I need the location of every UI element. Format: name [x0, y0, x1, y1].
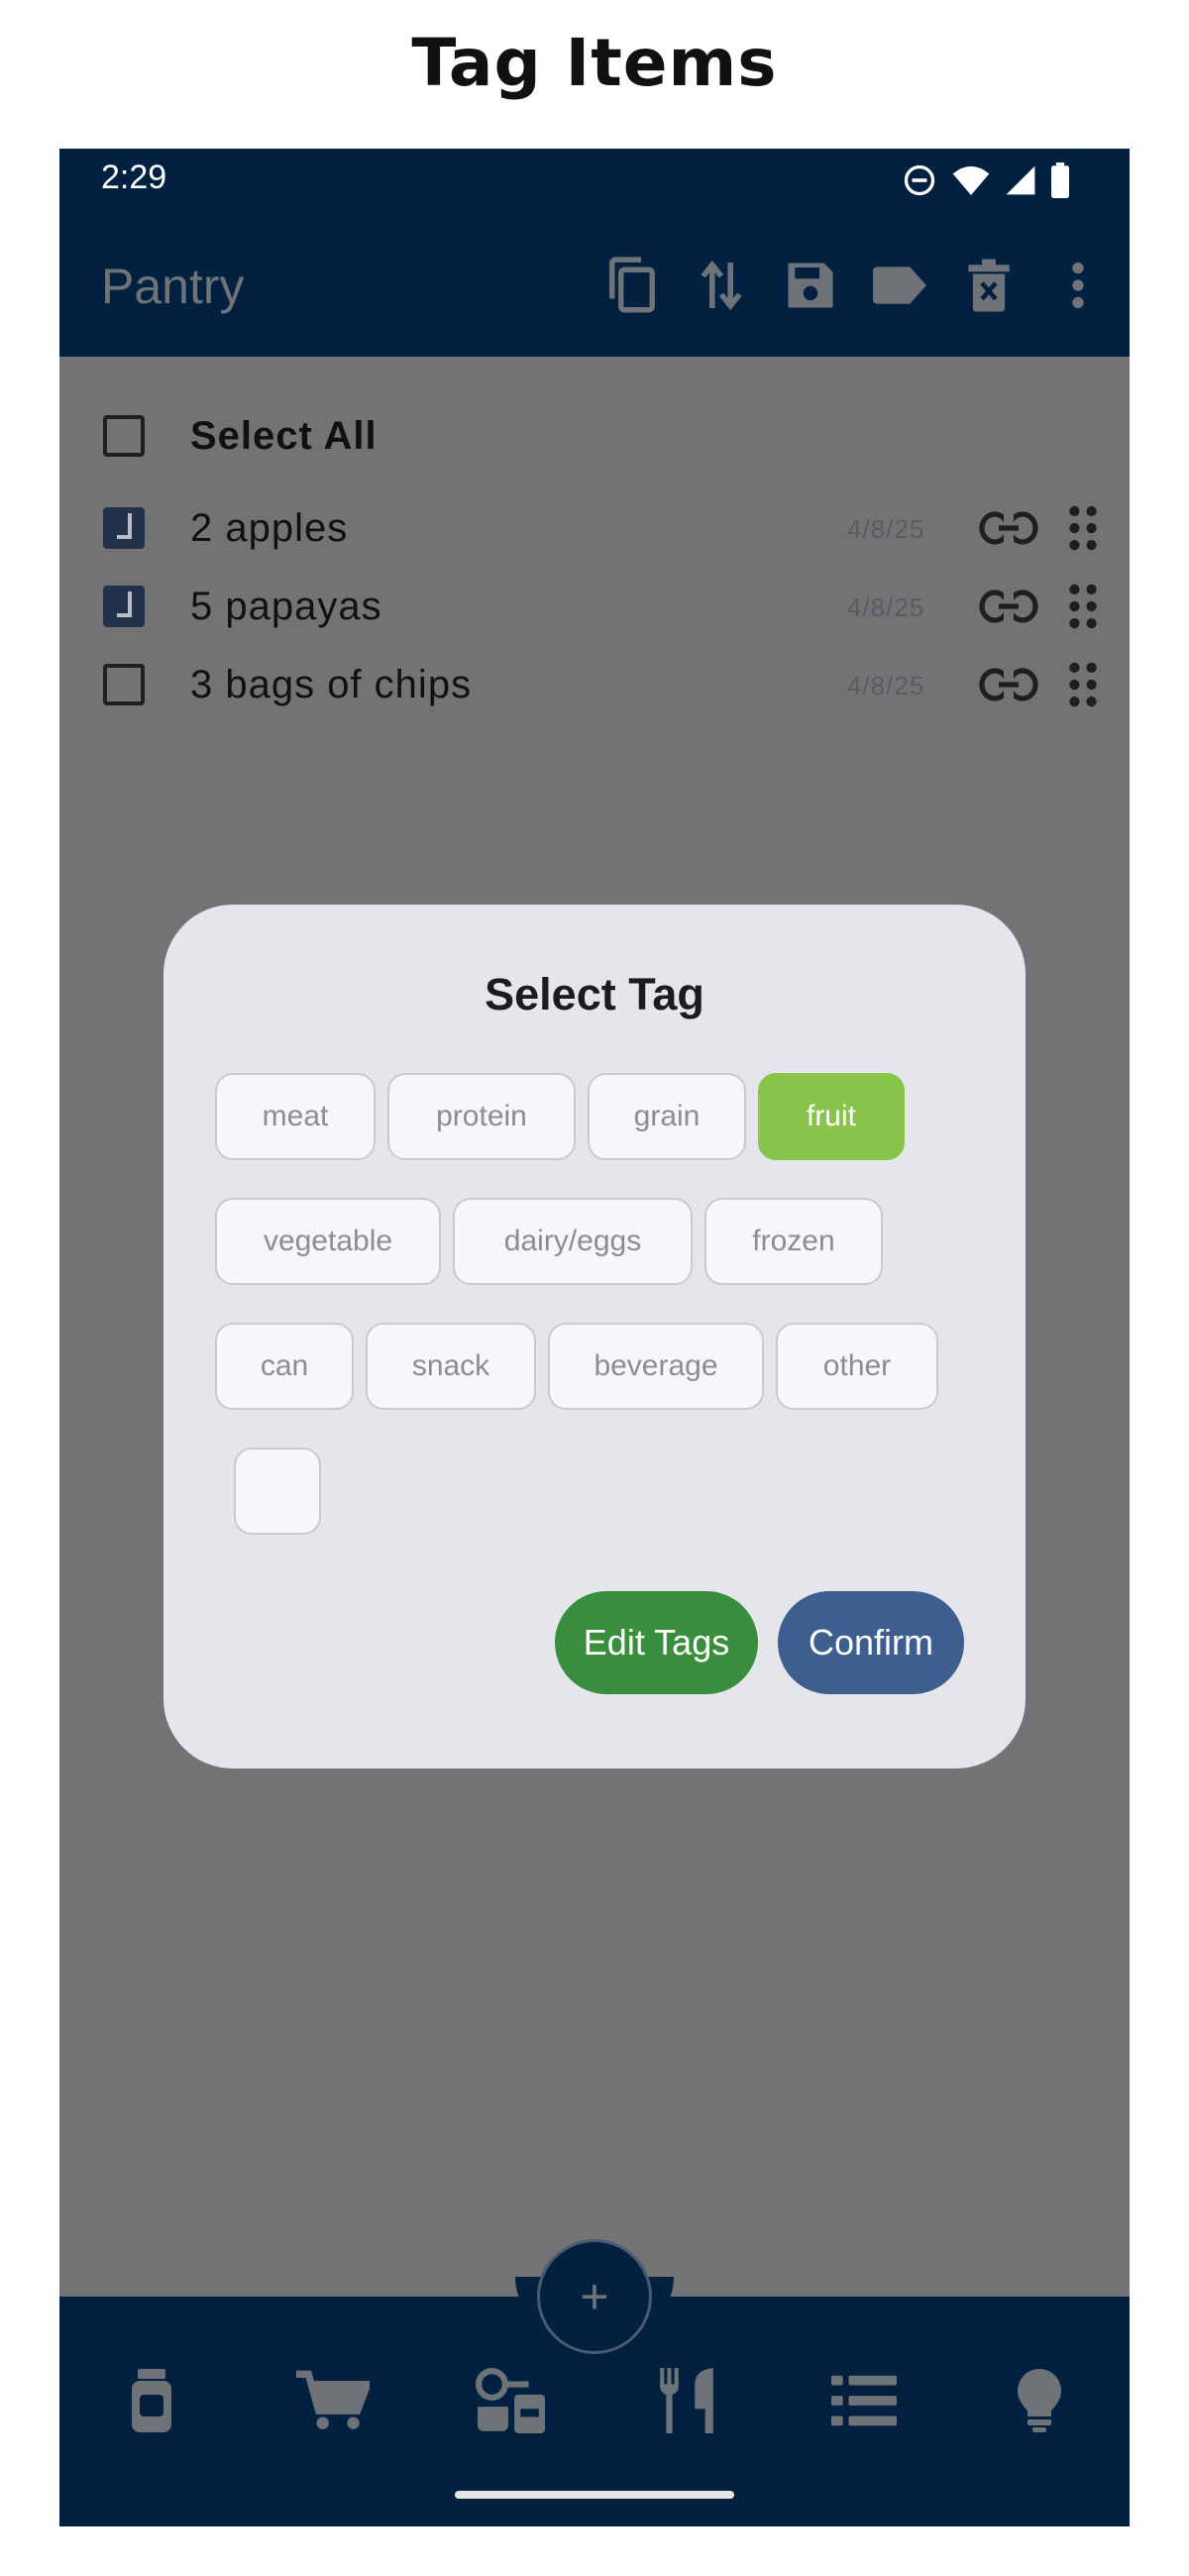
tag-chip-protein[interactable]: protein: [387, 1073, 576, 1160]
do-not-disturb-icon: [904, 164, 935, 196]
nav-ingredients[interactable]: [471, 2361, 550, 2440]
more-vert-icon: [1072, 262, 1084, 309]
select-tag-dialog: Select Tag meat protein grain fruit vege…: [163, 905, 1026, 1769]
save-button[interactable]: [781, 256, 840, 315]
list-item[interactable]: 5 papayas 4/8/25: [59, 567, 1130, 646]
utensils-icon: [660, 2368, 713, 2433]
list-item[interactable]: 3 bags of chips 4/8/25: [59, 645, 1130, 724]
app-bar: Pantry: [59, 210, 1130, 357]
item-checkbox[interactable]: [103, 664, 145, 705]
nav-pantry[interactable]: [112, 2361, 191, 2440]
status-icons: [902, 162, 1070, 198]
select-all-checkbox[interactable]: [103, 415, 145, 457]
battery-icon: [1051, 162, 1069, 198]
ingredients-icon: [476, 2368, 545, 2433]
tag-chip-dairy-eggs[interactable]: dairy/eggs: [453, 1198, 693, 1285]
more-button[interactable]: [1048, 256, 1108, 315]
status-bar: 2:29: [59, 149, 1130, 210]
lightbulb-icon: [1018, 2369, 1061, 2432]
app-bar-actions: [602, 256, 1108, 315]
screenshot-caption: Tag Items: [411, 25, 778, 101]
tag-chip-frozen[interactable]: frozen: [704, 1198, 883, 1285]
nav-meals[interactable]: [647, 2361, 726, 2440]
sort-icon: [701, 260, 742, 311]
wifi-icon: [952, 165, 990, 195]
tag-chip-grain[interactable]: grain: [588, 1073, 746, 1160]
edit-tags-button[interactable]: Edit Tags: [555, 1591, 758, 1694]
dialog-title: Select Tag: [485, 969, 704, 1020]
tag-chip-vegetable[interactable]: vegetable: [215, 1198, 441, 1285]
item-date: 4/8/25: [847, 592, 925, 622]
drag-handle-icon[interactable]: [1068, 504, 1098, 552]
tag-chip-meat[interactable]: meat: [215, 1073, 376, 1160]
copy-button[interactable]: [602, 256, 662, 315]
status-time: 2:29: [101, 159, 167, 196]
tag-chip-can[interactable]: can: [215, 1323, 354, 1410]
save-icon: [788, 263, 833, 308]
drag-handle-icon[interactable]: [1068, 583, 1098, 630]
list-item[interactable]: 2 apples 4/8/25: [59, 488, 1130, 568]
sort-button[interactable]: [692, 256, 751, 315]
item-label: 2 apples: [190, 506, 349, 550]
nav-lists[interactable]: [824, 2361, 904, 2440]
item-checkbox[interactable]: [103, 507, 145, 549]
phone-screen: 2:29 Pantry Select All 2 apples 4/8/25 5…: [59, 149, 1130, 2526]
item-date: 4/8/25: [847, 514, 925, 544]
item-date: 4/8/25: [847, 671, 925, 700]
copy-icon: [609, 257, 655, 313]
link-icon[interactable]: [979, 587, 1038, 626]
pantry-jar-icon: [132, 2369, 171, 2432]
tag-chip-other[interactable]: other: [776, 1323, 938, 1410]
nav-shopping[interactable]: [293, 2361, 373, 2440]
home-indicator[interactable]: [455, 2491, 734, 2499]
tag-chip-beverage[interactable]: beverage: [548, 1323, 764, 1410]
link-icon[interactable]: [979, 508, 1038, 548]
drag-handle-icon[interactable]: [1068, 661, 1098, 708]
tag-chip-fruit[interactable]: fruit: [758, 1073, 905, 1160]
list-icon: [831, 2375, 897, 2426]
select-all-label: Select All: [190, 414, 378, 458]
add-item-button[interactable]: +: [537, 2239, 652, 2354]
confirm-button[interactable]: Confirm: [778, 1591, 964, 1694]
link-icon[interactable]: [979, 665, 1038, 704]
tag-button[interactable]: [870, 256, 929, 315]
nav-ideas[interactable]: [1000, 2361, 1079, 2440]
item-label: 5 papayas: [190, 585, 382, 628]
signal-icon: [1006, 165, 1035, 195]
item-checkbox[interactable]: [103, 586, 145, 627]
delete-button[interactable]: [959, 256, 1019, 315]
select-all-row[interactable]: Select All: [59, 396, 1130, 476]
tag-icon: [873, 267, 926, 304]
tag-chip-snack[interactable]: snack: [366, 1323, 536, 1410]
delete-icon: [968, 259, 1010, 312]
cart-icon: [296, 2370, 370, 2429]
app-title: Pantry: [101, 259, 245, 314]
item-label: 3 bags of chips: [190, 663, 473, 706]
tag-chip-empty[interactable]: [234, 1448, 321, 1535]
